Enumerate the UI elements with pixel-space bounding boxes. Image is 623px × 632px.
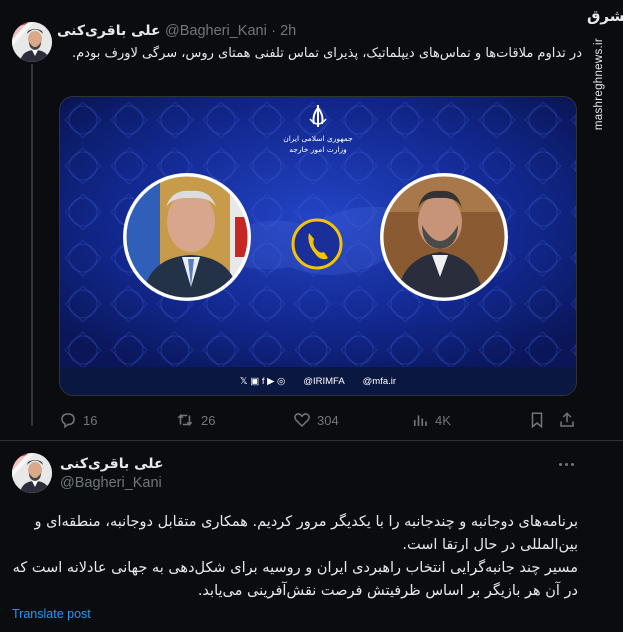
retweet-count: 26 xyxy=(201,412,216,428)
author-handle[interactable]: @Bagheri_Kani xyxy=(165,23,267,39)
tweet-text: در تداوم ملاقات‌ها و تماس‌های دیپلماتیک،… xyxy=(72,46,582,61)
avatar[interactable] xyxy=(12,22,52,62)
social-icons: 𝕏 ▣ f ▶ ◎ xyxy=(239,375,286,387)
share-icon xyxy=(560,412,574,427)
like-count: 304 xyxy=(317,412,339,428)
views-icon xyxy=(413,415,427,426)
reply-count: 16 xyxy=(83,412,98,428)
phone-icon xyxy=(291,218,343,270)
more-dot-icon xyxy=(564,462,568,466)
more-options-button[interactable] xyxy=(555,454,577,474)
emblem-line-2: وزارت امور خارجه xyxy=(289,145,347,154)
media-footer: 𝕏 ▣ f ▶ ◎ @IRIMFA @mfa.ir xyxy=(60,367,576,395)
thread-line xyxy=(31,64,33,426)
tweet-text: برنامه‌های دوجانبه و چندجانبه را با یکدی… xyxy=(12,514,578,599)
footer-handle: @IRIMFA xyxy=(303,375,345,387)
divider xyxy=(0,440,623,441)
author-handle[interactable]: @Bagheri_Kani xyxy=(60,475,162,491)
like-button[interactable]: 304 xyxy=(293,410,339,430)
share-button[interactable] xyxy=(558,410,576,430)
emblem-line-1: جمهوری اسلامی ایران xyxy=(283,134,353,143)
views-count: 4K xyxy=(435,412,451,428)
bookmark-icon xyxy=(531,412,543,429)
author-name[interactable]: علی باقری‌کنی xyxy=(60,456,164,472)
author-name[interactable]: علی باقری‌کنی xyxy=(57,23,161,39)
bookmark-button[interactable] xyxy=(529,410,545,430)
retweet-icon xyxy=(177,413,193,427)
reply-icon xyxy=(61,413,75,429)
footer-site: @mfa.ir xyxy=(362,375,397,387)
post-time[interactable]: · 2h xyxy=(271,23,296,39)
more-dot-icon xyxy=(558,462,562,466)
watermark-url: mashreghnews.ir xyxy=(593,38,605,131)
more-dot-icon xyxy=(570,462,574,466)
mashregh-watermark: مشرق mashreghnews.ir xyxy=(587,7,623,131)
watermark-logo: مشرق xyxy=(587,7,623,25)
tweet-header: علی باقری‌کنی @Bagheri_Kani · 2h xyxy=(57,22,582,42)
tweet-media-image[interactable]: جمهوری اسلامی ایران وزارت امور خارجه 𝕏 ▣… xyxy=(59,96,577,396)
reply-button[interactable]: 16 xyxy=(59,410,97,430)
avatar[interactable] xyxy=(12,453,52,493)
translate-post-link[interactable]: Translate post xyxy=(12,607,91,621)
heart-icon xyxy=(294,413,310,428)
retweet-button[interactable]: 26 xyxy=(175,410,215,430)
views-button[interactable]: 4K xyxy=(411,410,451,430)
